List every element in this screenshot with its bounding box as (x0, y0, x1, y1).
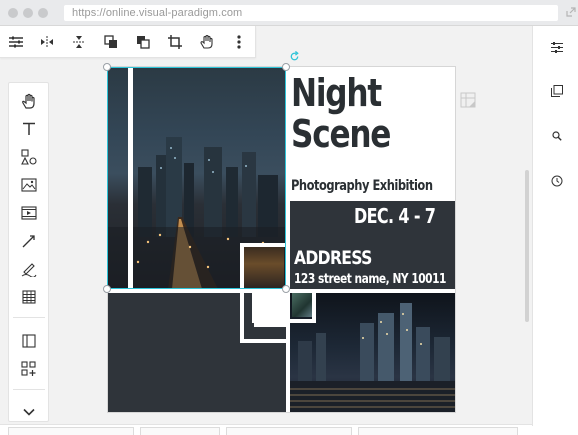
vertical-scrollbar[interactable] (523, 56, 531, 422)
bring-forward-icon (104, 35, 117, 48)
poster-page[interactable]: Night Scene Photography Exhibition DEC. … (107, 66, 456, 413)
left-toolbar (8, 82, 49, 422)
add-element-button[interactable] (18, 358, 40, 380)
flip-horizontal-button[interactable] (38, 33, 56, 51)
address-bar[interactable]: https://online.visual-paradigm.com (64, 5, 558, 21)
poster-title[interactable]: Night Scene (291, 71, 391, 156)
title-line-1: Night (291, 71, 382, 115)
history-button[interactable] (550, 174, 564, 188)
flip-vertical-button[interactable] (70, 33, 88, 51)
media-tool-button[interactable] (18, 202, 40, 224)
line-icon (22, 235, 35, 248)
image-tool-button[interactable] (18, 174, 40, 196)
search-button[interactable] (550, 129, 564, 143)
toolbar-divider (13, 317, 45, 318)
table-icon (22, 290, 36, 304)
hand-tool-button[interactable] (18, 90, 40, 112)
resize-handle-bottom-left[interactable] (103, 285, 111, 293)
address-heading[interactable]: ADDRESS (294, 247, 372, 269)
window-close-dot[interactable] (8, 8, 18, 18)
hand-pan-icon (200, 35, 213, 49)
add-grid-icon (21, 361, 36, 376)
more-options-button[interactable] (230, 33, 248, 51)
image-icon (21, 178, 37, 192)
decorative-white-strip (128, 67, 133, 289)
rotate-icon[interactable] (289, 51, 300, 62)
image-toolbar (0, 26, 256, 58)
crop-button[interactable] (166, 33, 184, 51)
text-tool-button[interactable] (18, 118, 40, 140)
line-tool-button[interactable] (18, 230, 40, 252)
window-minimize-dot[interactable] (23, 8, 33, 18)
shapes-tool-button[interactable] (18, 146, 40, 168)
poster-subtitle[interactable]: Photography Exhibition (291, 178, 433, 194)
resize-handle-bottom-right[interactable] (282, 285, 290, 293)
table-tool-button[interactable] (18, 286, 40, 308)
tiny-photo[interactable] (292, 293, 312, 317)
toolbar-divider (13, 389, 45, 390)
window-maximize-dot[interactable] (38, 8, 48, 18)
draw-icon (21, 263, 37, 277)
media-icon (21, 206, 37, 220)
properties-button[interactable] (550, 40, 564, 54)
browser-bar: https://online.visual-paradigm.com (0, 0, 578, 26)
properties-icon (551, 41, 563, 53)
expand-icon[interactable] (566, 7, 576, 17)
crop-icon (168, 35, 182, 49)
panel-tool-button[interactable] (18, 330, 40, 352)
panel-icon (22, 334, 36, 348)
resize-handle-top-left[interactable] (103, 63, 111, 71)
draw-tool-button[interactable] (18, 258, 40, 280)
url-text: https://online.visual-paradigm.com (72, 7, 243, 19)
text-icon (23, 122, 35, 135)
more-tools-button[interactable] (18, 401, 40, 423)
search-icon (552, 131, 562, 141)
scrollbar-thumb[interactable] (525, 170, 529, 322)
small-photo[interactable] (244, 247, 284, 289)
grid-widget-icon[interactable] (460, 92, 476, 108)
right-panel (532, 26, 578, 426)
page-tabs-bar (0, 424, 532, 435)
flip-vertical-icon (73, 36, 85, 48)
shapes-icon (21, 149, 37, 165)
send-backward-button[interactable] (134, 33, 152, 51)
pan-image-button[interactable] (198, 33, 216, 51)
layers-button[interactable] (550, 84, 564, 98)
decorative-block (254, 289, 290, 327)
hand-icon (22, 93, 35, 109)
more-icon (237, 35, 241, 49)
sliders-icon (9, 36, 23, 48)
title-line-2: Scene (291, 112, 391, 156)
layers-icon (551, 85, 563, 97)
adjust-button[interactable] (7, 33, 25, 51)
address-value[interactable]: 123 street name, NY 10011 (294, 272, 446, 287)
poster-date[interactable]: DEC. 4 - 7 (354, 204, 436, 228)
chevron-down-icon (23, 408, 35, 416)
resize-handle-top-right[interactable] (282, 63, 290, 71)
send-backward-icon (137, 36, 150, 49)
bring-forward-button[interactable] (102, 33, 120, 51)
flip-horizontal-icon (41, 36, 53, 48)
history-icon (551, 175, 563, 187)
